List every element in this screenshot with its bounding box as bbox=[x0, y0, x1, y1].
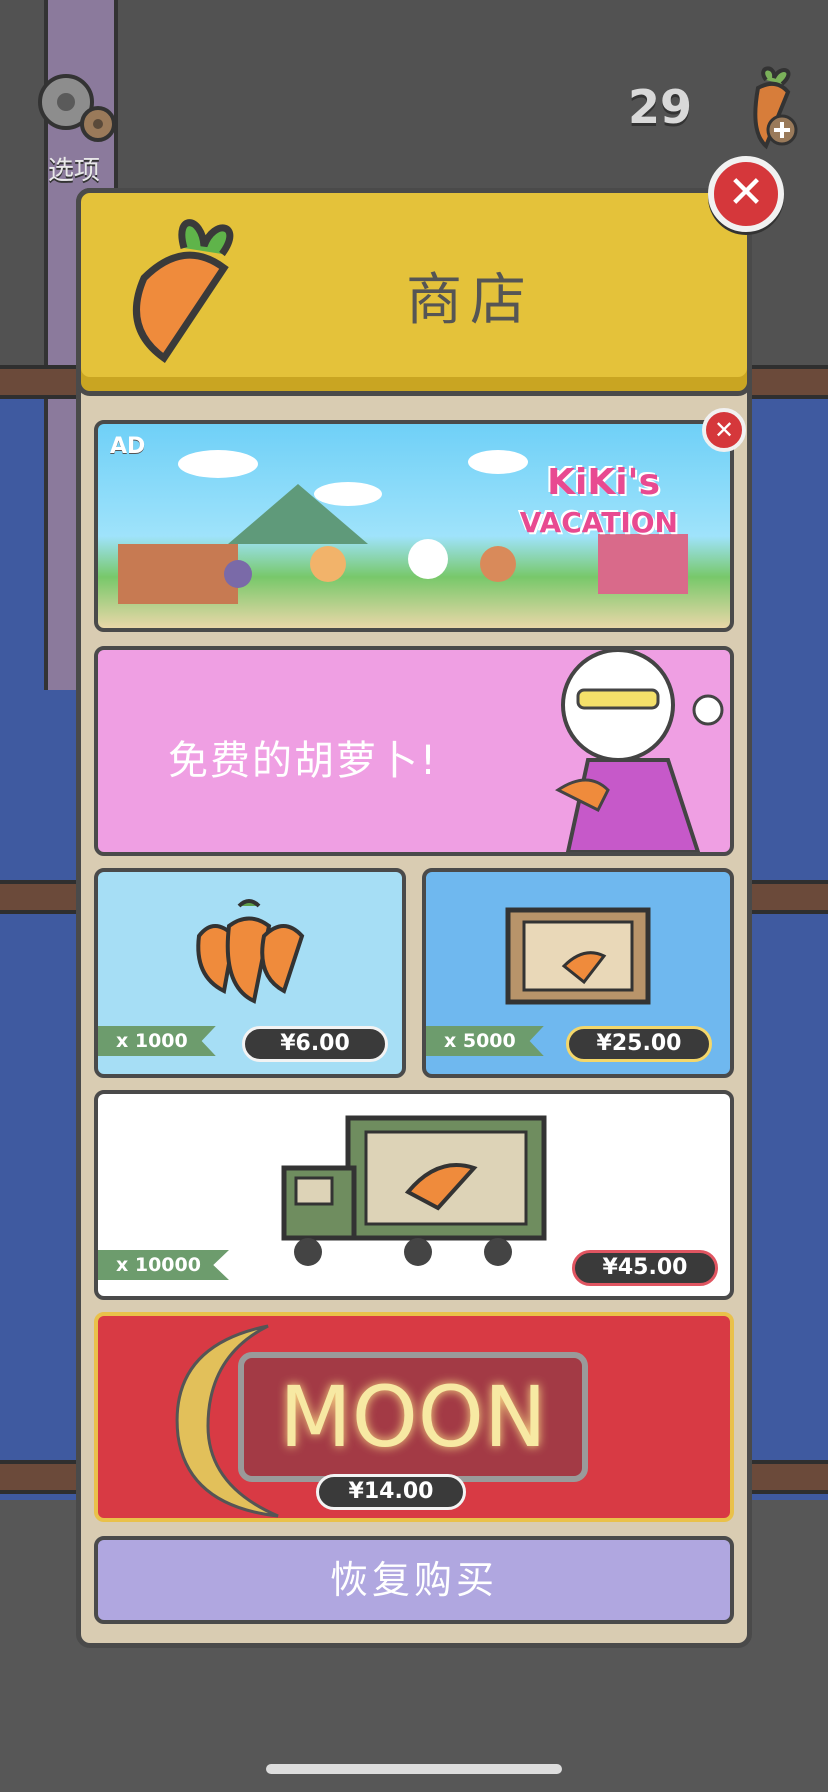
carrot-pack-5000[interactable]: x 5000 ¥25.00 bbox=[422, 868, 734, 1078]
carrot-truck-icon bbox=[281, 1115, 547, 1266]
shop-title: 商店 bbox=[406, 268, 534, 333]
ad-close-button[interactable]: ✕ bbox=[702, 408, 746, 452]
carrot-pack-1000[interactable]: x 1000 ¥6.00 bbox=[94, 868, 406, 1078]
ad-logo-subtitle: VACATION bbox=[519, 506, 678, 539]
carrot-crate-icon bbox=[505, 907, 651, 1005]
free-carrots-card[interactable]: 免费的胡萝卜! bbox=[94, 646, 734, 856]
right-wall bbox=[743, 380, 828, 1500]
price-button[interactable]: ¥14.00 bbox=[316, 1474, 466, 1510]
ad-logo-title: KiKi's bbox=[547, 462, 660, 503]
close-button[interactable]: ✕ bbox=[708, 156, 784, 232]
carrot-bunch-icon bbox=[196, 899, 305, 1004]
free-carrots-label: 免费的胡萝卜! bbox=[168, 738, 439, 784]
carrot-icon bbox=[133, 219, 234, 363]
carrot-count: 29 bbox=[628, 80, 693, 134]
moon-sign: MOON bbox=[238, 1352, 588, 1482]
carrot-add-icon[interactable] bbox=[736, 62, 806, 152]
gear-icon[interactable] bbox=[28, 62, 120, 154]
dog-mascot-icon bbox=[555, 650, 724, 852]
pack-quantity: x 10000 bbox=[98, 1250, 229, 1280]
settings-label[interactable]: 选项 bbox=[48, 150, 100, 187]
home-indicator[interactable] bbox=[266, 1764, 562, 1774]
price-button[interactable]: ¥6.00 bbox=[242, 1026, 388, 1062]
moon-offer-card[interactable]: MOON ¥14.00 bbox=[94, 1312, 734, 1522]
pack-quantity: x 1000 bbox=[98, 1026, 216, 1056]
restore-purchase-button[interactable]: 恢复购买 bbox=[94, 1536, 734, 1624]
price-button[interactable]: ¥25.00 bbox=[566, 1026, 712, 1062]
carrot-pack-10000[interactable]: x 10000 ¥45.00 bbox=[94, 1090, 734, 1300]
pack-quantity: x 5000 bbox=[426, 1026, 544, 1056]
price-button[interactable]: ¥45.00 bbox=[572, 1250, 718, 1286]
ad-banner[interactable]: AD KiKi's VACATION bbox=[94, 420, 734, 632]
